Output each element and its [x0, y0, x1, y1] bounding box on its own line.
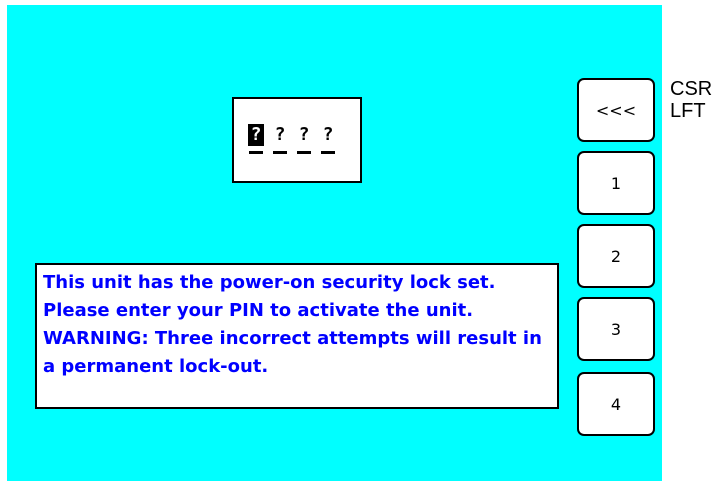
- pin-digit-2-char: ?: [274, 124, 286, 145]
- digit-3-key[interactable]: 3: [577, 297, 655, 361]
- pin-digit-2: ?: [272, 124, 288, 154]
- pin-entry-box: ? ? ? ?: [232, 97, 362, 183]
- cursor-left-key[interactable]: <<<: [577, 78, 655, 142]
- cursor-left-key-label-line2: LFT: [670, 100, 706, 122]
- pin-digit-4-underline: [321, 151, 335, 154]
- cursor-left-key-label: CSR LFT: [670, 78, 712, 122]
- pin-digit-4: ?: [320, 124, 336, 154]
- security-lock-message: This unit has the power-on security lock…: [35, 263, 559, 409]
- pin-digit-3: ?: [296, 124, 312, 154]
- pin-digit-3-char: ?: [298, 124, 310, 145]
- pin-digit-1-underline: [249, 151, 263, 154]
- digit-1-key[interactable]: 1: [577, 151, 655, 215]
- pin-digit-1-char: ?: [248, 124, 264, 146]
- digit-2-key[interactable]: 2: [577, 224, 655, 288]
- digit-4-key[interactable]: 4: [577, 372, 655, 436]
- pin-digits: ? ? ? ?: [248, 124, 336, 154]
- display-screen: ? ? ? ? This unit has the power-on secur…: [7, 5, 662, 481]
- pin-digit-1: ?: [248, 124, 264, 154]
- security-lock-message-text: This unit has the power-on security lock…: [43, 272, 542, 377]
- pin-digit-3-underline: [297, 151, 311, 154]
- cursor-left-key-label-line1: CSR: [670, 78, 713, 100]
- pin-digit-2-underline: [273, 151, 287, 154]
- pin-digit-4-char: ?: [322, 124, 334, 145]
